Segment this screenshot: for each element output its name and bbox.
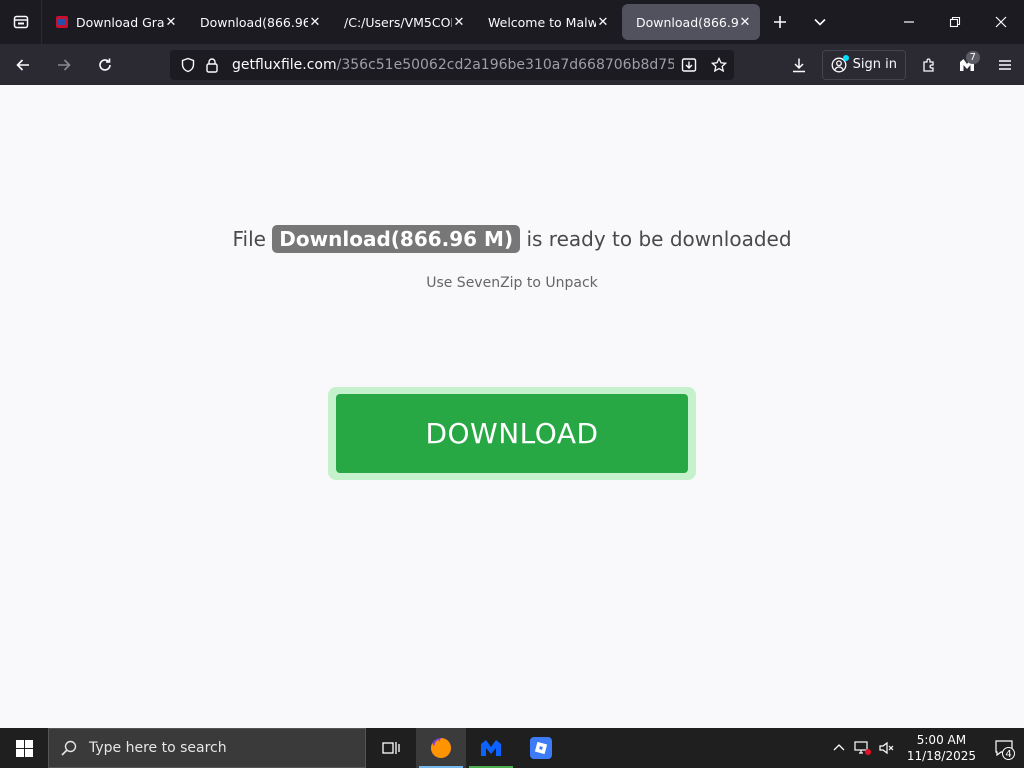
clock-date: 11/18/2025: [906, 749, 976, 763]
extensions-button[interactable]: [910, 49, 948, 81]
arrow-right-icon: [58, 58, 71, 71]
window-controls: [886, 0, 1024, 44]
url-bar[interactable]: getfluxfile.com/356c51e50062cd2a196be310…: [170, 50, 734, 80]
taskbar-search-box[interactable]: Type here to search: [48, 728, 366, 768]
tab-strip: Download Grand ✕ Download(866.96 M) ✕ /C…: [0, 0, 1024, 44]
clock-time: 5:00 AM: [916, 733, 967, 747]
puzzle-piece-icon: [923, 57, 934, 72]
new-tab-button[interactable]: [760, 0, 800, 44]
extension-badge: 7: [965, 50, 980, 64]
tab-1[interactable]: Download Grand ✕: [42, 4, 186, 40]
page-content: File Download(866.96 M) is ready to be d…: [0, 85, 1024, 728]
plus-icon: [774, 16, 786, 28]
toolbar-right: Sign in 7: [780, 44, 1024, 85]
headline-suffix: is ready to be downloaded: [526, 227, 792, 251]
reload-button[interactable]: [87, 49, 123, 81]
tab-close-icon[interactable]: ✕: [452, 15, 466, 30]
site-favicon-icon: [56, 16, 68, 28]
tab-title: Welcome to Malware: [488, 14, 596, 30]
taskbar-clock[interactable]: 5:00 AM 11/18/2025: [899, 732, 984, 764]
chevron-down-icon: [814, 18, 826, 26]
unpack-instructions: Use SevenZip to Unpack: [426, 275, 598, 291]
malwarebytes-extension-button[interactable]: 7: [948, 49, 986, 81]
tab-title: /C:/Users/VM5COL-A: [344, 14, 452, 30]
file-name-chip: Download(866.96 M): [272, 225, 521, 253]
show-hidden-icons-button[interactable]: [827, 742, 851, 754]
start-button[interactable]: [0, 728, 48, 768]
search-placeholder: Type here to search: [89, 740, 227, 756]
tracking-protection-shield-icon[interactable]: [176, 57, 200, 73]
windows-logo-icon: [15, 739, 33, 757]
lock-icon[interactable]: [200, 57, 224, 73]
navigation-toolbar: getfluxfile.com/356c51e50062cd2a196be310…: [0, 44, 1024, 85]
reload-icon: [99, 58, 111, 71]
download-button-outline: DOWNLOAD: [328, 387, 696, 480]
minimize-button[interactable]: [886, 0, 932, 44]
notification-count: 4: [1002, 747, 1015, 760]
tab-3[interactable]: /C:/Users/VM5COL-A ✕: [330, 4, 474, 40]
firefox-view-button[interactable]: [0, 0, 42, 44]
bookmark-star-icon[interactable]: [704, 57, 734, 73]
roblox-icon: [530, 737, 552, 759]
download-button[interactable]: DOWNLOAD: [336, 394, 688, 473]
forward-button[interactable]: [46, 49, 82, 81]
close-window-button[interactable]: [978, 0, 1024, 44]
url-domain: getfluxfile.com: [232, 57, 337, 73]
app-menu-button[interactable]: [986, 49, 1024, 81]
file-ready-headline: File Download(866.96 M) is ready to be d…: [0, 225, 1024, 253]
arrow-left-icon: [16, 58, 29, 71]
tab-4[interactable]: Welcome to Malware ✕: [474, 4, 618, 40]
taskbar-malwarebytes[interactable]: [466, 728, 516, 768]
tab-close-icon[interactable]: ✕: [738, 15, 752, 30]
tab-5-active[interactable]: Download(866.96 M) ✕: [622, 4, 760, 40]
tab-close-icon[interactable]: ✕: [596, 15, 610, 30]
download-arrow-icon: [792, 58, 805, 72]
headline-prefix: File: [232, 227, 266, 251]
taskbar-roblox[interactable]: [516, 728, 566, 768]
sign-in-label: Sign in: [852, 57, 897, 72]
task-view-icon: [382, 742, 400, 754]
task-view-button[interactable]: [366, 728, 416, 768]
minimize-icon: [904, 21, 914, 23]
restore-button[interactable]: [932, 0, 978, 44]
notification-dot: [842, 54, 849, 61]
tab-title: Download(866.96 M): [636, 14, 738, 30]
taskbar-firefox[interactable]: [416, 728, 466, 768]
save-to-pocket-icon[interactable]: [674, 57, 704, 73]
url-path: /356c51e50062cd2a196be310a7d668706b8d757…: [336, 57, 674, 73]
network-status-button[interactable]: [851, 740, 875, 756]
tab-title: Download(866.96 M): [200, 14, 308, 30]
windows-taskbar: Type here to search 5:00 AM 11/18/2025 4: [0, 728, 1024, 768]
url-text[interactable]: getfluxfile.com/356c51e50062cd2a196be310…: [232, 57, 674, 73]
downloads-button[interactable]: [780, 49, 818, 81]
tab-title: Download Grand: [76, 14, 164, 30]
tab-close-icon[interactable]: ✕: [308, 15, 322, 30]
restore-icon: [949, 16, 961, 28]
hamburger-menu-icon: [999, 59, 1011, 70]
firefox-icon: [431, 738, 451, 758]
system-tray: 5:00 AM 11/18/2025 4: [827, 728, 1024, 768]
tab-2[interactable]: Download(866.96 M) ✕: [186, 4, 330, 40]
speaker-muted-icon: [879, 741, 894, 755]
tab-close-icon[interactable]: ✕: [164, 15, 178, 30]
back-button[interactable]: [5, 49, 41, 81]
firefox-view-icon: [13, 15, 28, 29]
malwarebytes-icon: [481, 740, 501, 756]
close-icon: [995, 16, 1007, 28]
chevron-up-icon: [833, 744, 845, 751]
list-all-tabs-button[interactable]: [800, 0, 840, 44]
volume-button[interactable]: [875, 740, 899, 756]
network-icon: [854, 741, 871, 755]
action-center-button[interactable]: 4: [984, 728, 1024, 768]
search-icon: [61, 740, 77, 756]
sign-in-button[interactable]: Sign in: [821, 49, 906, 80]
